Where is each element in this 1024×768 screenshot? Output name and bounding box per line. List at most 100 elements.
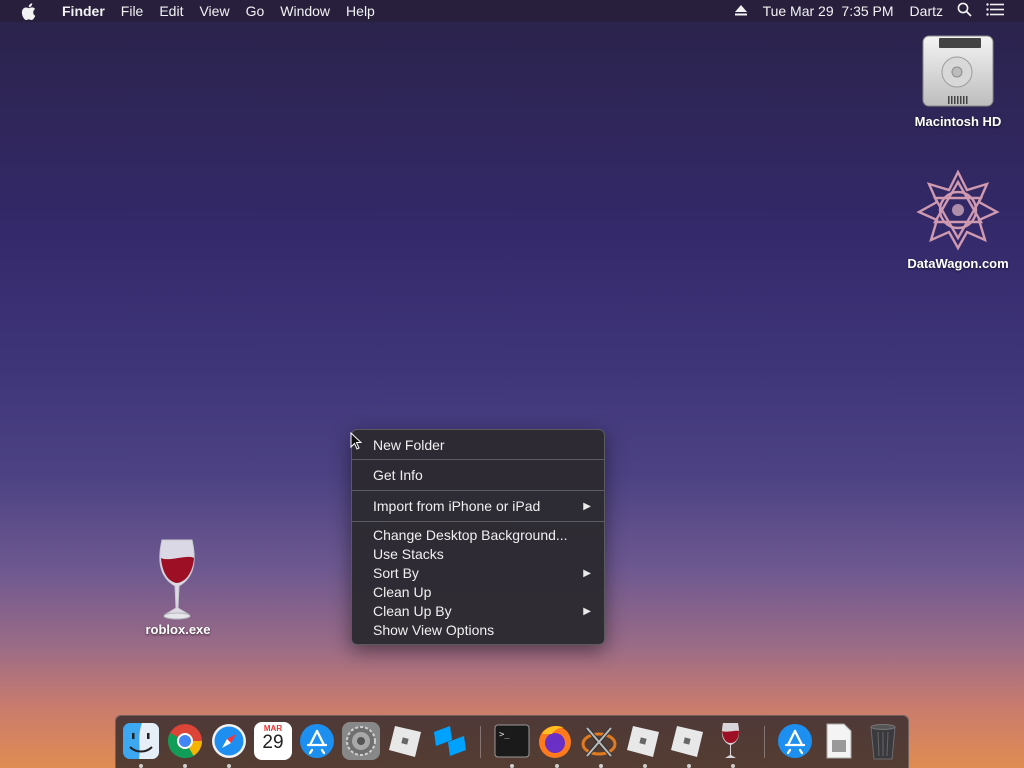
trash-icon — [870, 724, 896, 760]
menu-bar: Finder File Edit View Go Window Help Tue… — [0, 0, 1024, 22]
dock-separator — [480, 726, 481, 758]
svg-text:>_: >_ — [499, 730, 510, 740]
menu-item-label: Get Info — [373, 467, 423, 483]
menu-item-sort-by[interactable]: Sort By ▶ — [352, 564, 604, 583]
menu-item-new-folder[interactable]: New Folder — [352, 434, 604, 458]
submenu-arrow-icon: ▶ — [583, 568, 591, 579]
dock-system-preferences-icon[interactable] — [342, 722, 380, 760]
desktop-icon-datawagon[interactable]: DataWagon.com — [898, 168, 1018, 271]
menu-bar-status: Tue Mar 29 7:35 PM Dartz — [721, 0, 1024, 22]
running-indicator — [139, 764, 143, 768]
clock[interactable]: Tue Mar 29 7:35 PM — [763, 3, 894, 19]
search-glyph — [957, 2, 972, 17]
running-indicator — [183, 764, 187, 768]
dock-separator — [764, 726, 765, 758]
desktop-context-menu: New Folder Get Info Import from iPhone o… — [351, 429, 605, 645]
menu-item-label: Sort By — [373, 565, 419, 581]
network-share-icon — [915, 168, 1001, 252]
firefox-glyph — [539, 726, 571, 758]
document-icon — [826, 723, 852, 759]
list-icon[interactable] — [986, 3, 1004, 19]
chrome-glyph — [168, 724, 202, 759]
roblox-glyph — [389, 726, 421, 757]
eject-glyph — [734, 5, 747, 16]
running-indicator — [510, 764, 514, 768]
dock-calendar-icon[interactable]: MAR 29 — [254, 722, 292, 760]
menu-edit[interactable]: Edit — [151, 0, 191, 22]
dock-wine-icon[interactable] — [712, 722, 750, 760]
running-indicator — [643, 764, 647, 768]
menu-item-label: Use Stacks — [373, 546, 444, 562]
menu-view[interactable]: View — [191, 0, 237, 22]
wine-glass-icon — [148, 536, 208, 622]
running-indicator — [227, 764, 231, 768]
terminal-glyph: >_ — [494, 724, 530, 758]
desktop-icon-label: roblox.exe — [145, 622, 211, 637]
user-name[interactable]: Dartz — [910, 3, 943, 19]
desktop-icon-label: Macintosh HD — [914, 114, 1002, 129]
dock-roblox-3-icon[interactable] — [668, 722, 706, 760]
dock-terminal-icon[interactable]: >_ — [493, 722, 531, 760]
menu-separator — [352, 521, 604, 522]
menu-item-label: New Folder — [373, 437, 445, 453]
mouse-pointer-icon — [350, 431, 363, 455]
roblox-glyph — [627, 726, 659, 757]
menu-file[interactable]: File — [113, 0, 152, 22]
menu-separator — [352, 459, 604, 460]
roblox-glyph — [671, 726, 703, 757]
gear-icon — [346, 726, 376, 756]
wine-glass-glyph — [159, 539, 195, 620]
running-indicator — [555, 764, 559, 768]
menu-item-label: Change Desktop Background... — [373, 527, 568, 543]
list-glyph — [986, 3, 1004, 16]
menu-item-get-info[interactable]: Get Info — [352, 462, 604, 489]
menu-go[interactable]: Go — [238, 0, 273, 22]
desktop-icon-macintosh-hd[interactable]: Macintosh HD — [903, 30, 1013, 129]
dock-downloads-icon[interactable] — [776, 722, 814, 760]
roblox-studio-glyph — [434, 726, 466, 756]
menu-finder[interactable]: Finder — [54, 0, 113, 22]
dock-documents-icon[interactable] — [820, 722, 858, 760]
menu-item-clean-up[interactable]: Clean Up — [352, 583, 604, 602]
menu-item-import-from-iphone[interactable]: Import from iPhone or iPad ▶ — [352, 493, 604, 520]
menu-item-label: Show View Options — [373, 622, 495, 638]
menu-item-label: Clean Up By — [373, 603, 452, 619]
dock-roblox-icon[interactable] — [386, 722, 424, 760]
apple-icon[interactable] — [17, 0, 39, 22]
app-store-glyph — [778, 724, 812, 758]
pointer-glyph — [350, 431, 363, 450]
dock-finder-icon[interactable] — [122, 722, 160, 760]
dock-roblox-studio-icon[interactable] — [430, 722, 468, 760]
calendar-day: 29 — [262, 732, 284, 753]
menu-separator — [352, 490, 604, 491]
submenu-arrow-icon: ▶ — [583, 606, 591, 617]
dock-chrome-icon[interactable] — [166, 722, 204, 760]
menu-item-use-stacks[interactable]: Use Stacks — [352, 545, 604, 564]
apple-logo-glyph — [21, 2, 35, 20]
running-indicator — [599, 764, 603, 768]
menu-item-clean-up-by[interactable]: Clean Up By ▶ — [352, 602, 604, 621]
submenu-arrow-icon: ▶ — [583, 501, 591, 512]
desktop-icon-roblox-exe[interactable]: roblox.exe — [128, 536, 228, 637]
running-indicator — [687, 764, 691, 768]
wine-glass-icon — [721, 723, 740, 758]
dock-app-store-icon[interactable] — [298, 722, 336, 760]
app-store-glyph — [300, 724, 334, 758]
dock-safari-icon[interactable] — [210, 722, 248, 760]
menu-item-change-desktop-background[interactable]: Change Desktop Background... — [352, 526, 604, 545]
dock-firefox-icon[interactable] — [536, 722, 574, 760]
dock-trash-icon[interactable] — [864, 722, 902, 760]
running-indicator — [731, 764, 735, 768]
menu-window[interactable]: Window — [272, 0, 338, 22]
menu-help[interactable]: Help — [338, 0, 383, 22]
menu-item-label: Import from iPhone or iPad — [373, 498, 541, 514]
menu-item-show-view-options[interactable]: Show View Options — [352, 621, 604, 640]
finder-glyph — [123, 723, 159, 759]
dock-xquartz-icon[interactable] — [580, 722, 618, 760]
desktop-icon-label: DataWagon.com — [907, 256, 1009, 271]
eject-icon[interactable] — [734, 3, 747, 19]
safari-glyph — [212, 724, 246, 758]
dock-roblox-2-icon[interactable] — [624, 722, 662, 760]
xquartz-glyph — [581, 726, 617, 758]
search-icon[interactable] — [957, 2, 972, 20]
